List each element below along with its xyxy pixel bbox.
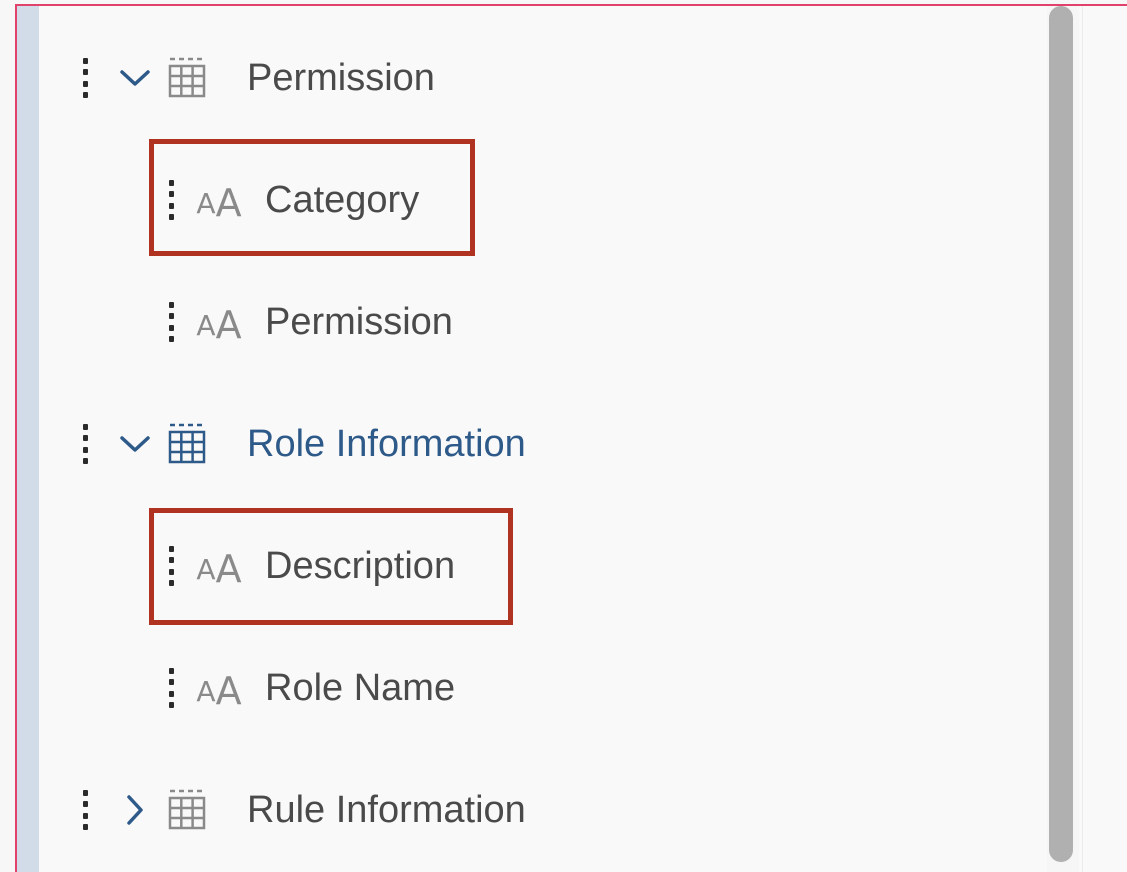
tree-leaf-role-name[interactable]: AA Role Name bbox=[167, 648, 455, 728]
tree-node-label: Role Information bbox=[247, 422, 526, 465]
table-icon bbox=[165, 56, 209, 100]
tree-leaf-permission[interactable]: AA Permission bbox=[167, 282, 453, 362]
drag-handle-icon[interactable] bbox=[167, 302, 175, 342]
highlight-box-description bbox=[149, 508, 513, 625]
text-field-icon: AA bbox=[196, 669, 242, 713]
tree-node-role-information[interactable]: Role Information bbox=[81, 404, 526, 484]
chevron-right-icon[interactable] bbox=[115, 790, 155, 830]
drag-handle-icon[interactable] bbox=[81, 58, 89, 98]
left-accent-stripe bbox=[17, 6, 39, 872]
highlight-box-category bbox=[149, 139, 475, 256]
text-field-icon: AA bbox=[196, 303, 242, 347]
chevron-down-icon[interactable] bbox=[115, 58, 155, 98]
tree-node-permission[interactable]: Permission bbox=[81, 38, 435, 118]
drag-handle-icon[interactable] bbox=[81, 790, 89, 830]
table-icon bbox=[165, 422, 209, 466]
scrollbar-thumb[interactable] bbox=[1049, 6, 1073, 862]
tree-node-label: Permission bbox=[247, 56, 435, 99]
chevron-down-icon[interactable] bbox=[115, 424, 155, 464]
drag-handle-icon[interactable] bbox=[81, 424, 89, 464]
tree-leaf-label: Role Name bbox=[265, 666, 456, 709]
table-icon bbox=[165, 788, 209, 832]
tree-leaf-label: Permission bbox=[265, 300, 453, 343]
tree-node-label: Rule Information bbox=[247, 788, 526, 831]
tree-node-rule-information[interactable]: Rule Information bbox=[81, 770, 526, 850]
panel-divider bbox=[1082, 6, 1083, 872]
drag-handle-icon[interactable] bbox=[167, 668, 175, 708]
field-tree-panel: Permission AA Category AA Permission Rol… bbox=[15, 4, 1127, 872]
